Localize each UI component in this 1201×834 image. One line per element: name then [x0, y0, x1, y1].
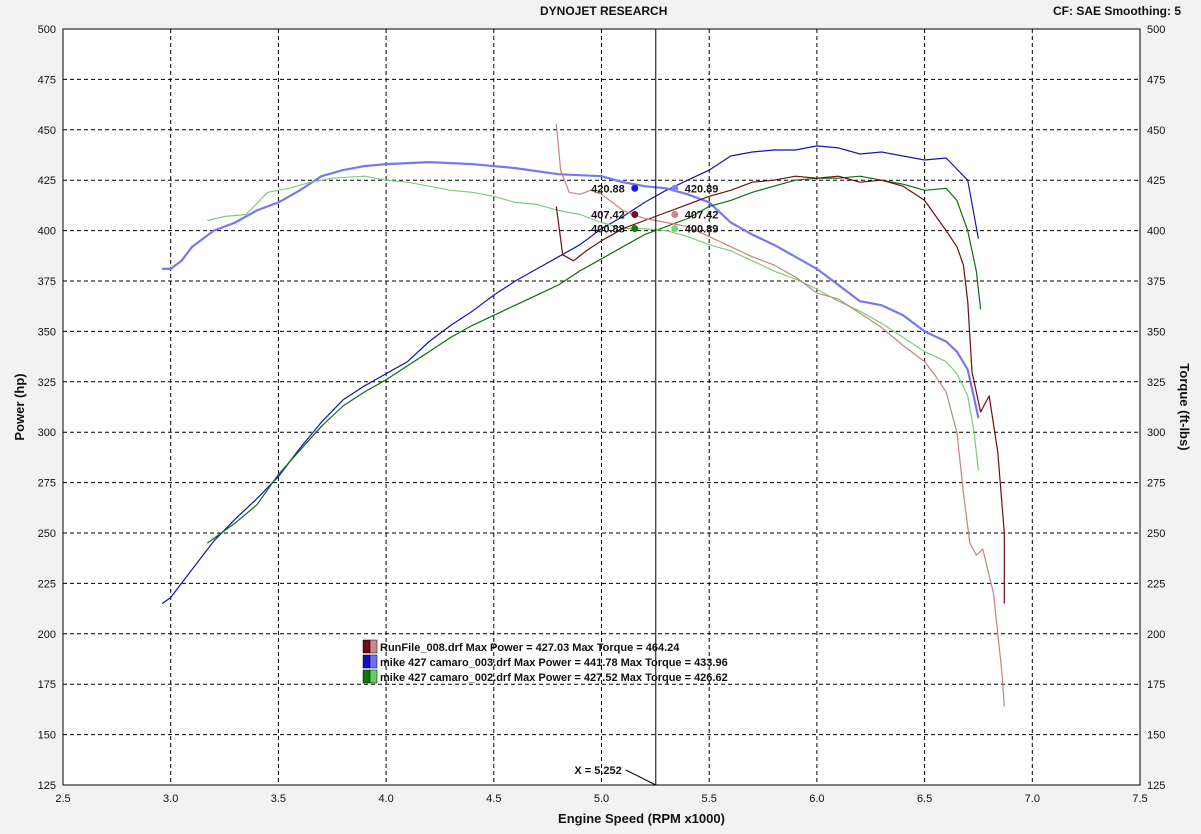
- y2-tick-label: 325: [1147, 377, 1165, 389]
- y2-tick-label: 375: [1147, 276, 1165, 288]
- legend-swatch-light: [369, 654, 378, 669]
- y-tick-label: 475: [38, 74, 56, 86]
- y-tick-label: 175: [38, 679, 56, 691]
- y-tick-label: 225: [38, 578, 56, 590]
- y-tick-label: 425: [38, 175, 56, 187]
- y2-tick-label: 350: [1147, 326, 1165, 338]
- cursor-value-label: 400.89: [685, 224, 719, 236]
- x-tick-label: 4.0: [378, 793, 393, 805]
- legend-entry: mike 427 camaro_002.drf Max Power = 427.…: [380, 672, 728, 684]
- cursor-marker: [671, 225, 679, 233]
- y-tick-label: 400: [38, 226, 56, 238]
- legend-swatch-light: [369, 639, 378, 654]
- y-tick-label: 250: [38, 528, 56, 540]
- y2-tick-label: 225: [1147, 578, 1165, 590]
- legend-entry: mike 427 camaro_003.drf Max Power = 441.…: [380, 657, 728, 669]
- y-tick-label: 325: [38, 377, 56, 389]
- y-tick-label: 375: [38, 276, 56, 288]
- cursor-value-label: 400.88: [591, 224, 625, 236]
- cursor-marker: [671, 210, 679, 218]
- y-tick-label: 275: [38, 478, 56, 490]
- cursor-marker: [671, 184, 679, 192]
- dyno-chart-window: DYNOJET RESEARCH CF: SAE Smoothing: 5 12…: [0, 0, 1201, 834]
- x-tick-label: 2.5: [55, 793, 70, 805]
- dyno-plot: 125 125 150 150 175 175 200 200 225 225 250 250 275 2…: [12, 24, 1192, 826]
- y-tick-label: 300: [38, 427, 56, 439]
- cursor-value-label: 420.88: [591, 183, 625, 195]
- y2-tick-label: 300: [1147, 427, 1165, 439]
- y-tick-label: 500: [38, 24, 56, 36]
- x-tick-label: 6.5: [917, 793, 932, 805]
- x-tick-label: 5.0: [594, 793, 609, 805]
- y2-tick-label: 275: [1147, 478, 1165, 490]
- legend-swatch-dark: [362, 654, 371, 669]
- y2-tick-label: 150: [1147, 730, 1165, 742]
- x-tick-label: 4.5: [486, 793, 501, 805]
- y-tick-label: 350: [38, 326, 56, 338]
- cursor-value-label: 407.42: [685, 209, 719, 221]
- y-axis-label: Power (hp): [12, 373, 27, 440]
- x-axis-label: Engine Speed (RPM x1000): [558, 811, 725, 826]
- cursor-marker: [631, 210, 639, 218]
- y2-tick-label: 250: [1147, 528, 1165, 540]
- legend-entry: RunFile_008.drf Max Power = 427.03 Max T…: [380, 642, 680, 654]
- y2-tick-label: 425: [1147, 175, 1165, 187]
- y2-tick-label: 125: [1147, 780, 1165, 792]
- legend-swatch-dark: [362, 639, 371, 654]
- y-tick-label: 200: [38, 629, 56, 641]
- y2-tick-label: 400: [1147, 226, 1165, 238]
- cursor-marker: [631, 184, 639, 192]
- y-tick-label: 450: [38, 125, 56, 137]
- legend-swatch-dark: [362, 669, 371, 684]
- y2-tick-label: 500: [1147, 24, 1165, 36]
- x-tick-label: 3.0: [163, 793, 178, 805]
- y2-tick-label: 200: [1147, 629, 1165, 641]
- cursor-marker: [631, 225, 639, 233]
- y2-tick-label: 475: [1147, 74, 1165, 86]
- x-tick-label: 5.5: [702, 793, 717, 805]
- x-tick-label: 6.0: [809, 793, 824, 805]
- x-tick-label: 7.0: [1025, 793, 1040, 805]
- cursor-value-label: 407.42: [591, 209, 625, 221]
- y-tick-label: 125: [38, 780, 56, 792]
- y2-tick-label: 450: [1147, 125, 1165, 137]
- y2-axis-label: Torque (ft-lbs): [1177, 363, 1192, 450]
- y-tick-label: 150: [38, 730, 56, 742]
- x-tick-label: 7.5: [1132, 793, 1147, 805]
- x-tick-label: 3.5: [271, 793, 286, 805]
- y2-tick-label: 175: [1147, 679, 1165, 691]
- legend-swatch-light: [369, 669, 378, 684]
- cursor-x-label: X = 5.252: [574, 765, 621, 777]
- cursor-value-label: 420.89: [685, 183, 719, 195]
